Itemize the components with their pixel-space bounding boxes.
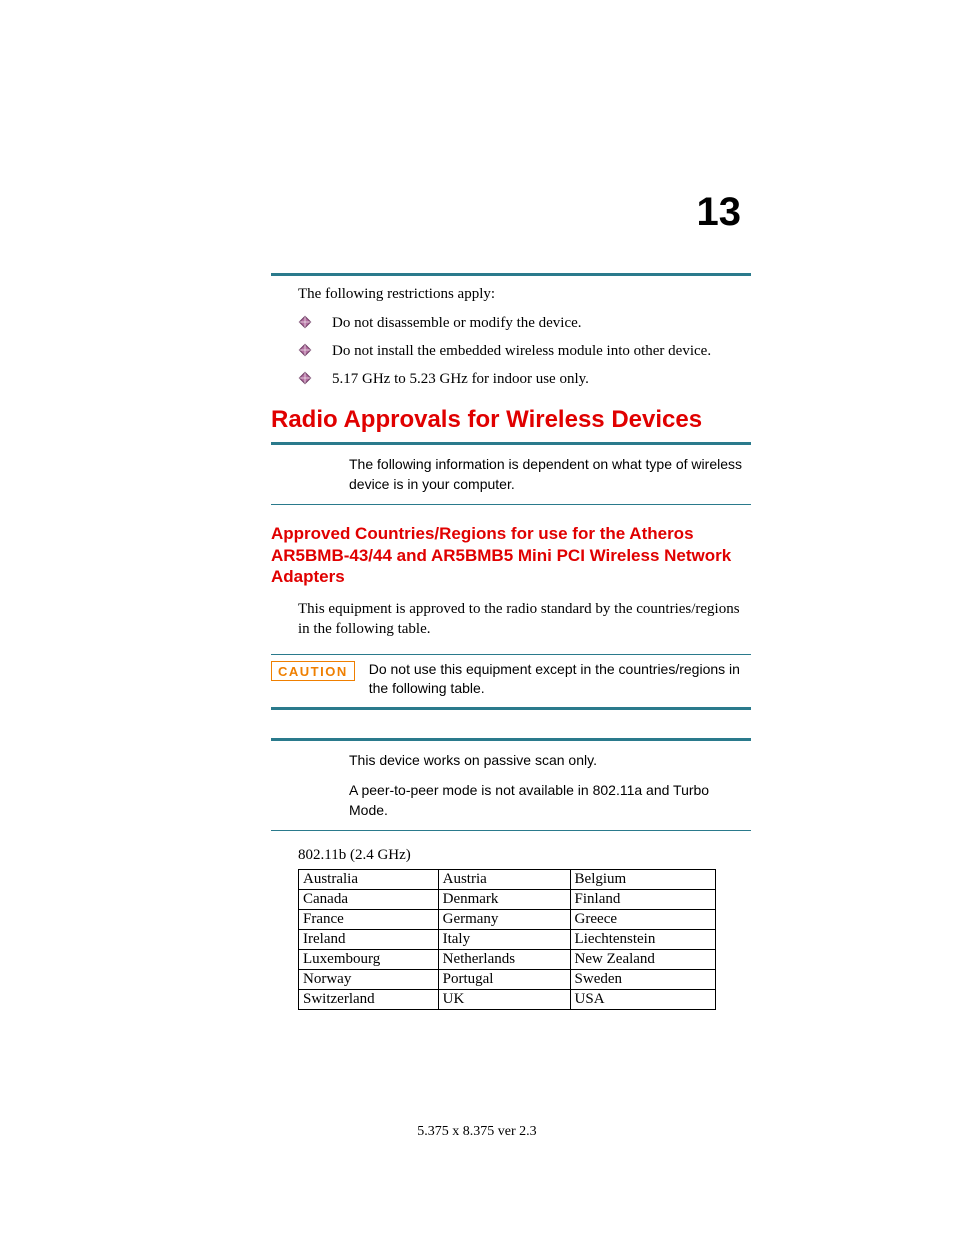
table-cell: Italy — [438, 930, 570, 950]
table-row: FranceGermanyGreece — [299, 910, 716, 930]
list-item-text: Do not disassemble or modify the device. — [332, 315, 582, 331]
diamond-bullet-icon — [298, 315, 312, 329]
list-item: 5.17 GHz to 5.23 GHz for indoor use only… — [298, 369, 751, 391]
table-row: SwitzerlandUKUSA — [299, 990, 716, 1010]
table-cell: Canada — [299, 890, 439, 910]
table-cell: Luxembourg — [299, 950, 439, 970]
divider — [271, 830, 751, 831]
table-row: LuxembourgNetherlandsNew Zealand — [299, 950, 716, 970]
subsection-heading-approved-countries: Approved Countries/Regions for use for t… — [271, 523, 751, 587]
countries-table: AustraliaAustriaBelgiumCanadaDenmarkFinl… — [298, 869, 716, 1010]
table-cell: Greece — [570, 910, 715, 930]
section-note: The following information is dependent o… — [349, 455, 751, 494]
divider — [271, 654, 751, 655]
restrictions-intro: The following restrictions apply: — [298, 286, 751, 303]
table-cell: Liechtenstein — [570, 930, 715, 950]
table-cell: Denmark — [438, 890, 570, 910]
table-cell: Germany — [438, 910, 570, 930]
table-cell: New Zealand — [570, 950, 715, 970]
table-cell: Netherlands — [438, 950, 570, 970]
table-cell: Ireland — [299, 930, 439, 950]
page-number: 13 — [697, 190, 742, 235]
table-cell: Sweden — [570, 970, 715, 990]
list-item-text: Do not install the embedded wireless mod… — [332, 343, 711, 359]
divider — [271, 442, 751, 445]
table-cell: Switzerland — [299, 990, 439, 1010]
table-title: 802.11b (2.4 GHz) — [298, 847, 751, 864]
table-row: AustraliaAustriaBelgium — [299, 870, 716, 890]
page-footer: 5.375 x 8.375 ver 2.3 — [0, 1124, 954, 1140]
passive-scan-note: This device works on passive scan only. — [349, 751, 751, 771]
peer-to-peer-note: A peer-to-peer mode is not available in … — [349, 781, 751, 820]
table-row: NorwayPortugalSweden — [299, 970, 716, 990]
divider — [271, 273, 751, 276]
table-cell: UK — [438, 990, 570, 1010]
section-heading-radio-approvals: Radio Approvals for Wireless Devices — [271, 406, 751, 434]
divider — [271, 504, 751, 505]
table-cell: Austria — [438, 870, 570, 890]
table-cell: Australia — [299, 870, 439, 890]
restrictions-list: Do not disassemble or modify the device.… — [298, 313, 751, 390]
caution-block: CAUTION Do not use this equipment except… — [271, 660, 751, 698]
caution-text: Do not use this equipment except in the … — [369, 660, 751, 698]
diamond-bullet-icon — [298, 371, 312, 385]
caution-badge: CAUTION — [271, 661, 355, 681]
list-item-text: 5.17 GHz to 5.23 GHz for indoor use only… — [332, 371, 589, 387]
table-cell: Norway — [299, 970, 439, 990]
table-cell: France — [299, 910, 439, 930]
table-cell: Finland — [570, 890, 715, 910]
table-cell: Belgium — [570, 870, 715, 890]
divider — [271, 707, 751, 710]
divider — [271, 738, 751, 741]
approval-text: This equipment is approved to the radio … — [298, 599, 751, 640]
list-item: Do not disassemble or modify the device. — [298, 313, 751, 335]
table-cell: Portugal — [438, 970, 570, 990]
table-cell: USA — [570, 990, 715, 1010]
list-item: Do not install the embedded wireless mod… — [298, 341, 751, 363]
table-row: IrelandItalyLiechtenstein — [299, 930, 716, 950]
diamond-bullet-icon — [298, 343, 312, 357]
table-row: CanadaDenmarkFinland — [299, 890, 716, 910]
